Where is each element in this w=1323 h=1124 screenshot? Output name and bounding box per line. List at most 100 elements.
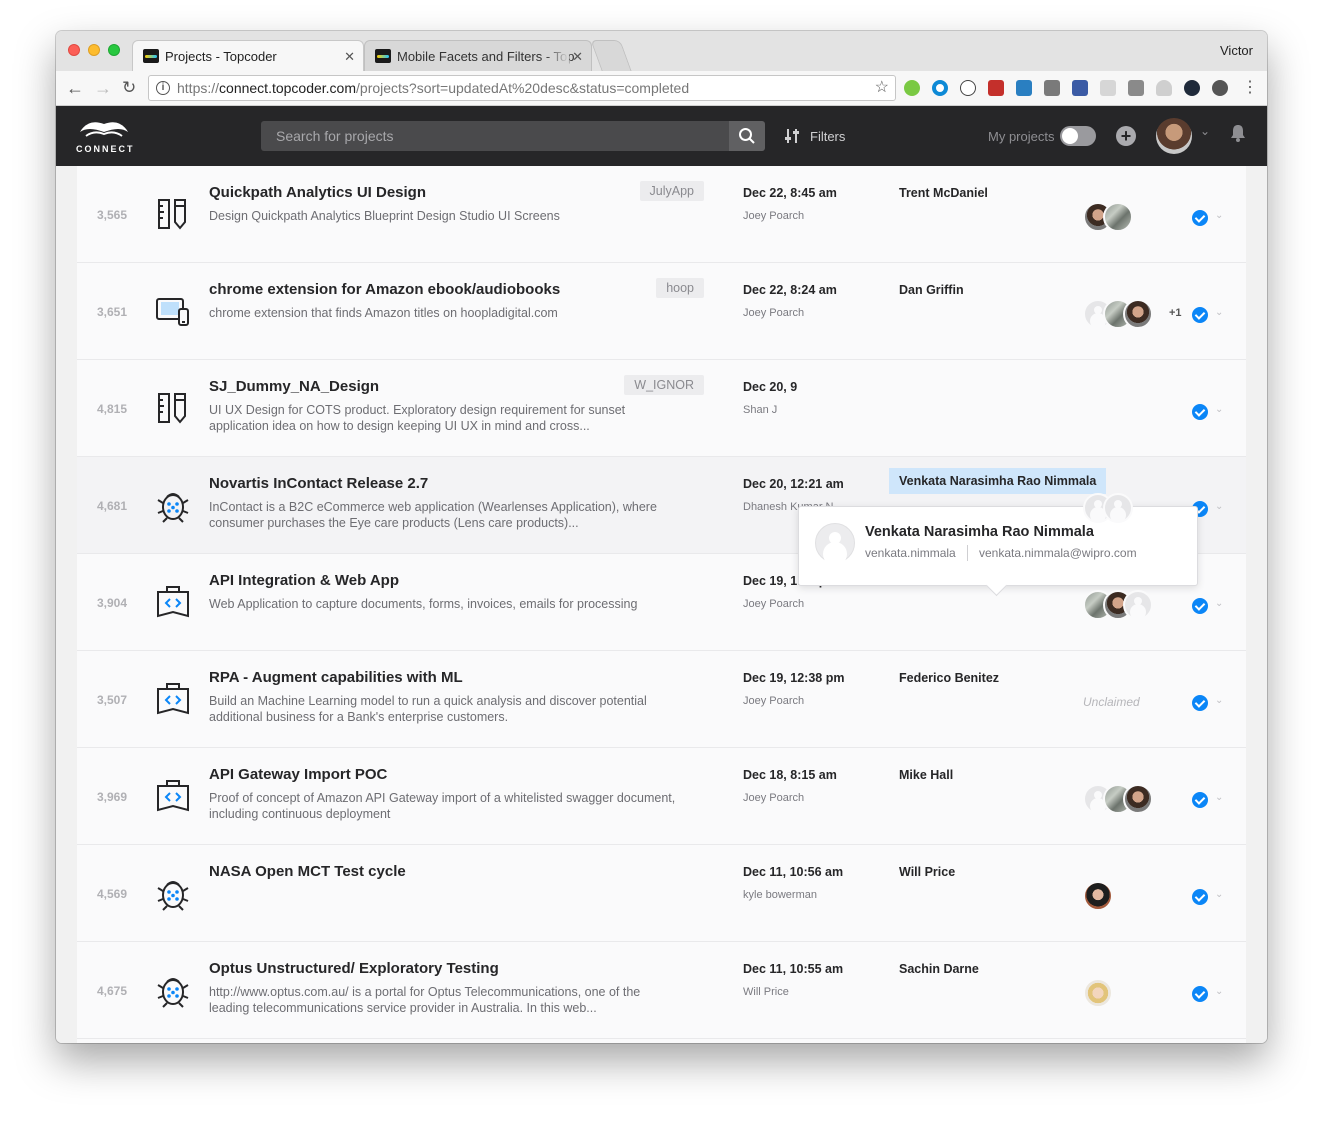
chevron-down-icon[interactable]: ⌄: [1215, 792, 1223, 803]
avatar[interactable]: [1103, 202, 1133, 232]
new-tab-button[interactable]: [590, 40, 632, 71]
grid-extension-icon[interactable]: [1100, 80, 1116, 96]
avatar[interactable]: [1123, 299, 1153, 329]
completed-check-icon[interactable]: [1192, 307, 1208, 323]
bell-icon[interactable]: [1230, 124, 1246, 142]
avatar[interactable]: [1083, 978, 1113, 1008]
project-name[interactable]: API Integration & Web App: [209, 572, 399, 589]
close-tab-icon[interactable]: ✕: [572, 41, 583, 71]
project-customer[interactable]: Mike Hall: [899, 768, 953, 782]
project-name[interactable]: API Gateway Import POC: [209, 766, 387, 783]
completed-check-icon[interactable]: [1192, 210, 1208, 226]
filters-label: Filters: [810, 129, 846, 144]
close-tab-icon[interactable]: ✕: [344, 41, 355, 71]
user-avatar[interactable]: [1156, 118, 1192, 154]
completed-check-icon[interactable]: [1192, 404, 1208, 420]
tab-projects[interactable]: Projects - Topcoder ✕: [132, 40, 364, 71]
project-type-code-icon: [155, 582, 191, 622]
chevron-down-icon[interactable]: ⌄: [1215, 501, 1223, 512]
completed-check-icon[interactable]: [1192, 598, 1208, 614]
info-icon[interactable]: i: [156, 81, 170, 95]
address-bar[interactable]: i https://connect.topcoder.com/projects?…: [148, 75, 896, 101]
chevron-down-icon[interactable]: ⌄: [1215, 986, 1223, 997]
project-updated-date: Dec 19, 12:38 pm: [743, 671, 845, 685]
project-name[interactable]: chrome extension for Amazon ebook/audiob…: [209, 281, 560, 298]
project-name[interactable]: Optus Unstructured/ Exploratory Testing: [209, 960, 499, 977]
my-projects-toggle[interactable]: [1060, 126, 1096, 146]
maximize-window-button[interactable]: [108, 44, 120, 56]
project-row[interactable]: 3,507 RPA - Augment capabilities with ML B…: [77, 651, 1246, 748]
project-row[interactable]: 4,675 Optus Unstructured/ Exploratory Tes…: [77, 942, 1246, 1039]
profile-name[interactable]: Victor: [1220, 43, 1253, 58]
project-customer[interactable]: Sachin Darne: [899, 962, 979, 976]
chevron-down-icon[interactable]: ⌄: [1215, 307, 1223, 318]
project-row[interactable]: 3,565 Quickpath Analytics UI Design Design…: [77, 166, 1246, 263]
circle-extension-icon[interactable]: [1212, 80, 1228, 96]
reload-icon[interactable]: ↻: [122, 77, 136, 99]
cloud-extension-icon[interactable]: [1156, 80, 1172, 96]
avatar[interactable]: [1123, 590, 1153, 620]
avatar[interactable]: [1123, 784, 1153, 814]
project-customer[interactable]: Venkata Narasimha Rao Nimmala: [889, 468, 1107, 494]
project-name[interactable]: RPA - Augment capabilities with ML: [209, 669, 463, 686]
url-host: connect.topcoder.com: [219, 80, 357, 96]
tooltip-user-handle[interactable]: venkata.nimmala: [865, 546, 956, 560]
bookmark-star-icon[interactable]: ☆: [875, 76, 889, 100]
search-button[interactable]: [729, 121, 765, 151]
project-id: 4,675: [97, 984, 128, 998]
project-customer[interactable]: Dan Griffin: [899, 283, 964, 297]
square-extension-icon[interactable]: [1128, 80, 1144, 96]
search-input[interactable]: Search for projects: [261, 121, 729, 151]
new-project-plus-icon[interactable]: +: [1116, 126, 1136, 146]
project-name[interactable]: NASA Open MCT Test cycle: [209, 863, 406, 880]
project-row[interactable]: 3,969 API Gateway Import POC Proof of conc…: [77, 748, 1246, 845]
completed-check-icon[interactable]: [1192, 695, 1208, 711]
evernote-extension-icon[interactable]: [904, 80, 920, 96]
onepassword-extension-icon[interactable]: [960, 80, 976, 96]
project-row[interactable]: 4,569 NASA Open MCT Test cycle Dec 11, 10:…: [77, 845, 1246, 942]
project-type-design-icon: [155, 194, 191, 234]
completed-check-icon[interactable]: [1192, 986, 1208, 1002]
chevron-down-icon[interactable]: ⌄: [1215, 404, 1223, 415]
s-extension-icon[interactable]: [1016, 80, 1032, 96]
grey-s-extension-icon[interactable]: [1044, 80, 1060, 96]
project-name[interactable]: SJ_Dummy_NA_Design: [209, 378, 379, 395]
project-tag[interactable]: W_IGNOR: [624, 375, 704, 395]
ring-extension-icon[interactable]: [932, 80, 948, 96]
tooltip-user-email[interactable]: venkata.nimmala@wipro.com: [979, 546, 1137, 560]
ublock-extension-icon[interactable]: [988, 80, 1004, 96]
forward-arrow-icon[interactable]: →: [94, 77, 112, 99]
completed-check-icon[interactable]: [1192, 792, 1208, 808]
close-window-button[interactable]: [68, 44, 80, 56]
connect-logo-icon[interactable]: [78, 118, 130, 140]
project-row[interactable]: 4,815 SJ_Dummy_NA_Design UI UX Design for …: [77, 360, 1246, 457]
project-type-qa-icon: [155, 485, 191, 525]
search-icon: [739, 128, 755, 144]
tab-mobile-facets[interactable]: Mobile Facets and Filters - Top ✕: [364, 40, 592, 71]
back-arrow-icon[interactable]: ←: [66, 77, 84, 99]
react-devtools-icon[interactable]: [1184, 80, 1200, 96]
avatar[interactable]: [1083, 881, 1113, 911]
avatar[interactable]: [1103, 493, 1133, 523]
chevron-down-icon[interactable]: ⌄: [1215, 598, 1223, 609]
filters-button[interactable]: Filters: [784, 128, 845, 147]
tab-title: Projects - Topcoder: [165, 49, 277, 64]
project-tag[interactable]: hoop: [656, 278, 704, 298]
project-customer[interactable]: Will Price: [899, 865, 955, 879]
blue-extension-icon[interactable]: [1072, 80, 1088, 96]
project-tag[interactable]: JulyApp: [639, 181, 704, 201]
project-name[interactable]: Quickpath Analytics UI Design: [209, 184, 426, 201]
more-members-count[interactable]: +1: [1169, 307, 1182, 319]
project-row[interactable]: 3,651 chrome extension for Amazon ebook/a…: [77, 263, 1246, 360]
project-updated-date: Dec 20, 9: [743, 380, 798, 394]
project-customer[interactable]: Trent McDaniel: [899, 186, 988, 200]
minimize-window-button[interactable]: [88, 44, 100, 56]
chevron-down-icon[interactable]: ⌄: [1215, 695, 1223, 706]
menu-kebab-icon[interactable]: ⋮: [1242, 77, 1258, 99]
chevron-down-icon[interactable]: ⌄: [1215, 889, 1223, 900]
completed-check-icon[interactable]: [1192, 889, 1208, 905]
chevron-down-icon[interactable]: ⌄: [1200, 124, 1210, 138]
project-customer[interactable]: Federico Benitez: [899, 671, 999, 685]
chevron-down-icon[interactable]: ⌄: [1215, 210, 1223, 221]
project-name[interactable]: Novartis InContact Release 2.7: [209, 475, 428, 492]
